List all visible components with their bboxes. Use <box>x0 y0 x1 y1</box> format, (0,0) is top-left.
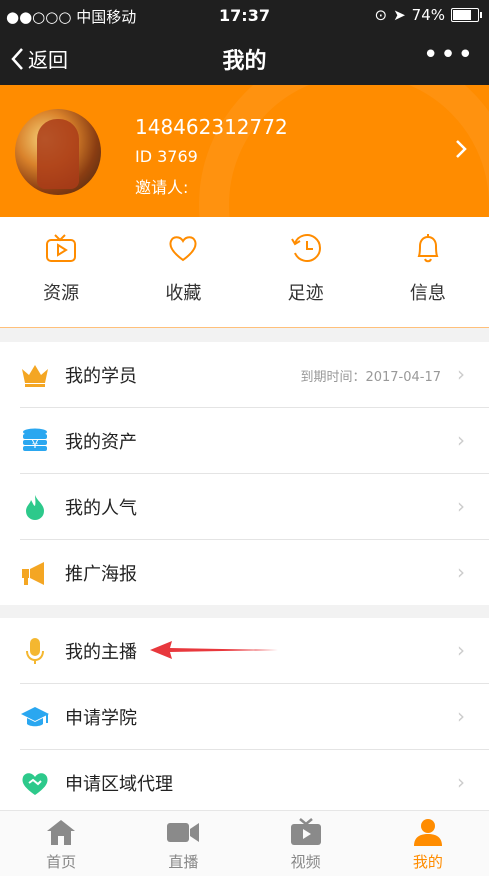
more-button[interactable]: ••• <box>423 40 475 70</box>
quick-action-label: 收藏 <box>165 283 202 304</box>
tab-label: 直播 <box>168 853 199 871</box>
video-camera-icon <box>167 823 200 842</box>
status-right: ⊙ ➤ 74% <box>374 6 482 24</box>
tv-icon <box>290 818 321 845</box>
status-bar: ●●○○○ 中国移动 17:37 ⊙ ➤ 74% <box>0 0 489 30</box>
nav-bar: 返回 我的 ••• <box>0 30 489 85</box>
tab-label: 我的 <box>412 853 443 871</box>
chevron-right-icon: › <box>457 494 465 518</box>
menu-item-label: 我的资产 <box>65 432 137 453</box>
crown-icon <box>22 365 48 387</box>
profile-info: 148462312772 ID 3769 邀请人: <box>135 115 288 198</box>
home-icon <box>47 820 76 845</box>
quick-action-history[interactable]: 足迹 <box>245 217 367 327</box>
quick-action-messages[interactable]: 信息 <box>367 217 489 327</box>
menu-item-promo-poster[interactable]: 推广海报 › <box>20 540 489 605</box>
battery-percent: 74% <box>411 6 445 24</box>
chevron-right-icon[interactable] <box>455 139 467 165</box>
menu-item-label: 我的人气 <box>65 498 137 519</box>
history-clock-icon <box>290 234 321 262</box>
tab-label: 首页 <box>46 853 77 871</box>
heart-icon <box>169 236 197 262</box>
avatar[interactable] <box>15 109 101 195</box>
profile-inviter: 邀请人: <box>135 178 189 197</box>
chevron-right-icon: › <box>457 362 465 386</box>
menu-item-label: 我的学员 <box>65 366 137 387</box>
chevron-right-icon: › <box>457 428 465 452</box>
tab-mine[interactable]: 我的 <box>367 811 489 876</box>
tab-label: 视频 <box>290 853 321 871</box>
location-icon: ➤ <box>393 6 406 24</box>
chevron-right-icon: › <box>457 770 465 794</box>
back-label: 返回 <box>28 48 68 72</box>
menu-group-account: 我的学员 到期时间：2017-04-17 › ¥ 我的资产 › 我的人气 › 推… <box>0 342 489 605</box>
menu-item-label: 我的主播 <box>65 642 137 663</box>
user-icon <box>413 819 442 846</box>
microphone-icon <box>26 638 44 664</box>
menu-item-my-anchor[interactable]: 我的主播 › <box>20 618 489 684</box>
rotation-lock-icon: ⊙ <box>374 6 388 24</box>
quick-actions: 资源 收藏 足迹 信息 <box>0 217 489 328</box>
tab-home[interactable]: 首页 <box>0 811 122 876</box>
quick-action-favorites[interactable]: 收藏 <box>122 217 244 327</box>
profile-header[interactable]: 148462312772 ID 3769 邀请人: <box>0 85 489 217</box>
svg-text:¥: ¥ <box>32 438 39 451</box>
expiry-date: 到期时间：2017-04-17 <box>300 370 441 385</box>
menu-item-my-popularity[interactable]: 我的人气 › <box>20 474 489 540</box>
bell-icon <box>417 234 439 263</box>
menu-item-label: 推广海报 <box>65 564 137 585</box>
menu-item-label: 申请区域代理 <box>65 774 173 795</box>
chevron-right-icon: › <box>457 560 465 584</box>
annotation-arrow <box>150 641 278 659</box>
chevron-right-icon: › <box>457 638 465 662</box>
tab-bar: 首页 直播 视频 我的 <box>0 810 489 876</box>
chevron-left-icon <box>11 47 23 70</box>
play-tv-icon <box>46 234 77 262</box>
coin-stack-icon: ¥ <box>23 428 47 451</box>
tab-live[interactable]: 直播 <box>122 811 244 876</box>
quick-action-label: 资源 <box>43 283 80 304</box>
quick-action-label: 信息 <box>409 283 446 304</box>
graduation-cap-icon <box>21 707 49 727</box>
menu-item-my-students[interactable]: 我的学员 到期时间：2017-04-17 › <box>20 342 489 408</box>
page-title: 我的 <box>222 49 267 74</box>
menu-item-apply-regional-agent[interactable]: 申请区域代理 › <box>20 750 489 815</box>
quick-action-label: 足迹 <box>287 283 324 304</box>
back-button[interactable]: 返回 <box>10 44 68 73</box>
menu-item-my-assets[interactable]: ¥ 我的资产 › <box>20 408 489 474</box>
profile-id: ID 3769 <box>135 147 198 166</box>
tab-video[interactable]: 视频 <box>245 811 367 876</box>
megaphone-icon <box>22 562 44 585</box>
menu-item-label: 申请学院 <box>65 708 137 729</box>
flame-icon <box>26 495 44 520</box>
profile-phone: 148462312772 <box>135 115 288 139</box>
chevron-right-icon: › <box>457 704 465 728</box>
handshake-heart-icon <box>22 773 48 795</box>
menu-group-services: 我的主播 › 申请学院 › 申请区域代理 › <box>0 618 489 815</box>
quick-action-resources[interactable]: 资源 <box>0 217 122 327</box>
menu-item-apply-academy[interactable]: 申请学院 › <box>20 684 489 750</box>
battery-icon <box>451 8 482 22</box>
